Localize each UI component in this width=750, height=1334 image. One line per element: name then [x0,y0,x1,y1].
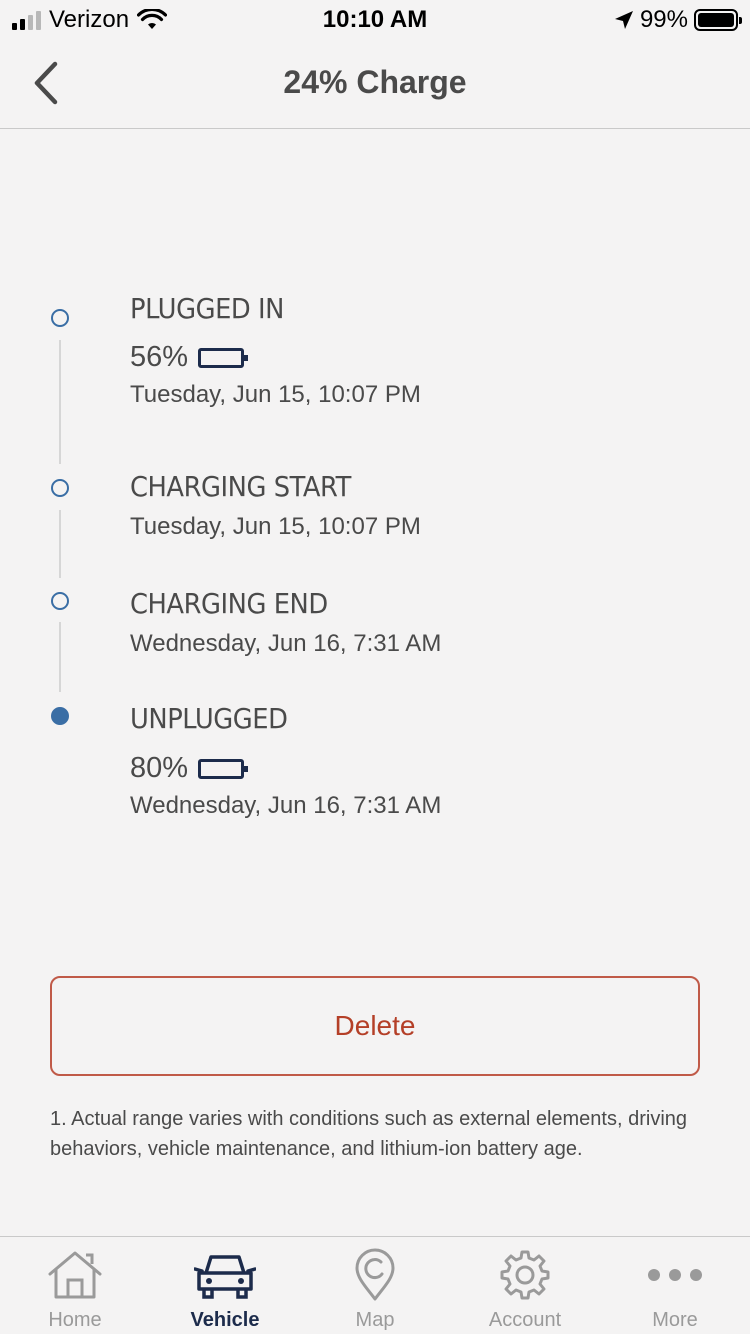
timeline-connector [59,622,61,692]
vehicle-icon [194,1255,256,1299]
event-date: Tuesday, Jun 15, 10:07 PM [130,513,421,540]
timeline-dot [51,479,69,497]
event-title: PLUGGED IN [130,292,284,325]
event-battery: 56% [130,341,249,374]
timeline-connector [59,340,61,464]
delete-button[interactable]: Delete [50,976,700,1076]
timeline-dot-active [51,707,69,725]
timeline-dot [51,309,69,327]
event-title: CHARGING END [130,587,328,620]
location-arrow-icon [614,11,633,29]
battery-percent: 99% [639,6,688,33]
timeline-connector [59,510,61,578]
battery-icon [198,758,249,779]
tab-label: Account [488,1309,562,1331]
event-battery: 80% [130,752,249,785]
tab-label: Home [48,1309,102,1331]
status-bar: Verizon 10:10 AM 99% [0,0,750,40]
tab-home[interactable]: Home [0,1237,150,1334]
tab-label: Map [355,1309,395,1331]
event-title: CHARGING START [130,470,351,503]
battery-icon [198,347,249,368]
event-date: Tuesday, Jun 15, 10:07 PM [130,381,421,408]
page-title: 24% Charge [283,64,467,100]
map-pin-icon [355,1248,395,1301]
range-footnote: 1. Actual range varies with conditions s… [50,1108,688,1160]
tab-bar: Home Vehicle Map Account More [0,1236,750,1334]
tab-label: Vehicle [190,1309,260,1331]
event-battery-value: 80% [130,752,189,784]
tab-vehicle[interactable]: Vehicle [150,1237,300,1334]
nav-header: 24% Charge [0,40,750,129]
gear-icon [500,1250,550,1300]
status-right: 99% [614,6,742,34]
event-title: UNPLUGGED [130,702,288,735]
more-icon [648,1269,702,1281]
home-icon [48,1251,102,1299]
timeline-dot [51,592,69,610]
tab-more[interactable]: More [600,1237,750,1334]
tab-account[interactable]: Account [450,1237,600,1334]
tab-map[interactable]: Map [300,1237,450,1334]
event-date: Wednesday, Jun 16, 7:31 AM [130,630,442,657]
tab-label: More [652,1309,698,1331]
battery-icon [694,9,742,31]
event-battery-value: 56% [130,341,189,373]
event-date: Wednesday, Jun 16, 7:31 AM [130,792,442,819]
